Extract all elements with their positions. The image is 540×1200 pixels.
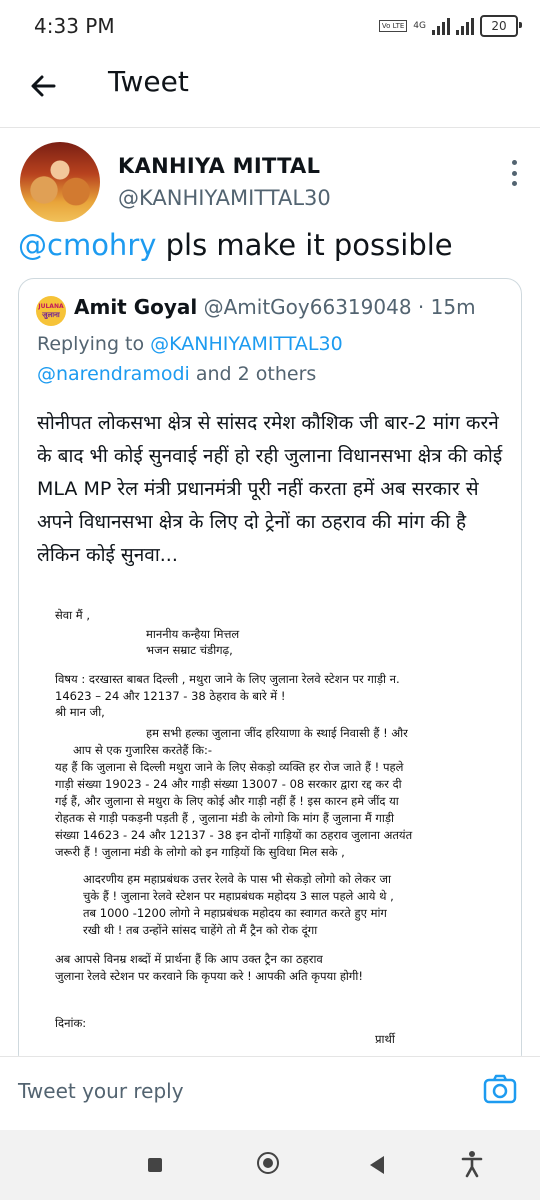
letter-line: भजन सम्राट चंडीगढ़, [146, 643, 233, 657]
network-type: 4G [413, 21, 426, 31]
quoted-tweet-body: सोनीपत लोकसभा क्षेत्र से सांसद रमेश कौशि… [37, 412, 503, 566]
home-icon[interactable] [257, 1152, 279, 1174]
reply-bar: Tweet your reply [0, 1056, 540, 1129]
header-divider [0, 127, 540, 128]
status-icons: Vo LTE 4G 20 [378, 15, 522, 37]
signal-icon [432, 17, 450, 35]
letter-line: तब 1000 -1200 लोगो ने महाप्रबंधक महोदय क… [83, 906, 387, 920]
battery-level: 20 [491, 19, 507, 33]
letter-line: गई हैं, और जुलाना से मथुरा के लिए कोई और… [55, 794, 399, 808]
author-name[interactable]: KANHIYA MITTAL [118, 154, 320, 178]
camera-icon[interactable] [482, 1071, 518, 1107]
volte-icon: Vo LTE [378, 20, 408, 32]
app-bar: Tweet [0, 56, 540, 116]
recents-icon[interactable] [148, 1158, 162, 1172]
letter-line: प्रार्थी [375, 1032, 395, 1046]
letter-line: रोहतक से गाड़ी पकड़नी पड़ती हैं , जुलाना… [55, 811, 394, 825]
letter-line: जरूरी हैं ! जुलाना मंडी के लोगो को इन गा… [55, 845, 345, 859]
quoted-header: Amit Goyal @AmitGoy66319048 · 15m [74, 295, 476, 319]
letter-line: आप से एक गुजारिस करतेहैं कि:- [73, 743, 213, 757]
tweet-text-rest: pls make it possible [156, 228, 453, 262]
replying-to-others[interactable]: and 2 others [190, 363, 316, 385]
quoted-tweet-card[interactable]: JULANA जुलाना Amit Goyal @AmitGoy6631904… [18, 278, 522, 1070]
more-vertical-icon[interactable] [512, 160, 518, 186]
status-time: 4:33 PM [34, 14, 115, 38]
replying-to-line: Replying to @KANHIYAMITTAL30 [37, 333, 343, 355]
quoted-separator: · [417, 295, 425, 319]
tweet-text: @cmohry pls make it possible [18, 228, 453, 262]
author-handle[interactable]: @KANHIYAMITTAL30 [118, 186, 331, 210]
letter-line: श्री मान जी, [55, 705, 105, 719]
quoted-avatar-label-bottom: जुलाना [42, 311, 60, 319]
letter-line: चुके हैं ! जुलाना रेलवे स्टेशन पर महाप्र… [83, 889, 394, 903]
status-bar: 4:33 PM Vo LTE 4G 20 [0, 0, 540, 56]
letter-line: गाड़ी संख्या 19023 - 24 और गाड़ी संख्या … [55, 777, 402, 791]
letter-line: यह हैं कि जुलाना से दिल्ली मथुरा जाने के… [55, 760, 404, 774]
quoted-time: 15m [430, 295, 476, 319]
letter-line: आदरणीय हम महाप्रबंधक उत्तर रेलवे के पास … [83, 872, 391, 886]
letter-line: हम सभी हल्का जुलाना जींद हरियाणा के स्था… [146, 726, 408, 740]
letter-line: जुलाना रेलवे स्टेशन पर करवाने कि कृपया क… [55, 969, 363, 983]
attached-letter-image[interactable]: सेवा मैं , माननीय कन्हैया मित्तल भजन सम्… [19, 579, 521, 1069]
signal-icon-2 [456, 17, 474, 35]
letter-line: संख्या 14623 - 24 और 12137 - 38 इन दोनों… [55, 828, 413, 842]
author-avatar[interactable] [20, 142, 100, 222]
letter-line: अब आपसे विनम्र शब्दों में प्रार्थना हैं … [55, 952, 323, 966]
arrow-left-icon[interactable] [24, 66, 64, 106]
replying-to-handle-link[interactable]: @KANHIYAMITTAL30 [150, 333, 343, 355]
letter-line: सेवा मैं , [55, 608, 90, 622]
quoted-author-avatar[interactable]: JULANA जुलाना [36, 296, 66, 326]
accessibility-icon[interactable] [460, 1150, 484, 1178]
battery-icon: 20 [480, 15, 522, 37]
replying-to-prefix: Replying to [37, 333, 151, 355]
back-triangle-icon[interactable] [370, 1156, 384, 1174]
tweet-mention-link[interactable]: @cmohry [18, 228, 156, 262]
quoted-author-handle[interactable]: @AmitGoy66319048 [204, 295, 412, 319]
reply-input[interactable]: Tweet your reply [18, 1079, 184, 1103]
quoted-author-name[interactable]: Amit Goyal [74, 295, 197, 319]
letter-line: 14623 – 24 और 12137 - 38 ठेहराव के बारे … [55, 689, 286, 703]
letter-line: माननीय कन्हैया मित्तल [146, 627, 240, 641]
replying-to-narendramodi-link[interactable]: @narendramodi [37, 363, 190, 385]
replying-to-line-2: @narendramodi and 2 others [37, 363, 316, 385]
quoted-avatar-label-top: JULANA [38, 303, 64, 310]
letter-line: दिनांक: [55, 1016, 87, 1030]
letter-line: रखी थी ! तब उन्होंने सांसद चाहेंगे तो मै… [83, 923, 318, 937]
letter-line: विषय : दरखास्त बाबत दिल्ली , मथुरा जाने … [55, 672, 400, 686]
system-nav-bar [0, 1130, 540, 1200]
page-title: Tweet [108, 65, 189, 98]
